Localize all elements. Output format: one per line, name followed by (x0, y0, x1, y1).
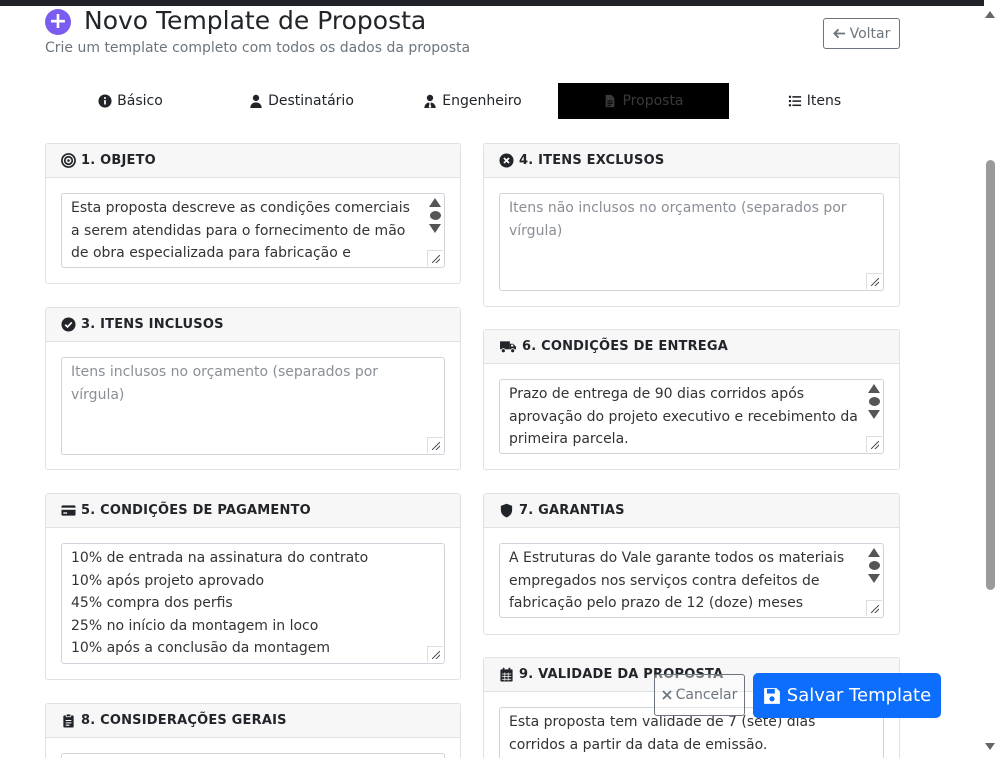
tab-destinatario-label: Destinatário (268, 93, 354, 109)
save-template-button[interactable]: Salvar Template (753, 673, 941, 718)
garantias-textarea[interactable]: A Estruturas do Vale garante todos os ma… (499, 543, 884, 618)
back-button-label: Voltar (849, 25, 891, 42)
textarea-scrollbar[interactable] (867, 548, 881, 583)
page-title: Novo Template de Proposta (84, 6, 427, 35)
times-circle-icon (499, 153, 514, 168)
resize-handle[interactable] (427, 250, 443, 266)
tab-bar: Básico Destinatário Engenheiro Proposta … (45, 83, 900, 119)
card-title: 3. ITENS INCLUSOS (81, 317, 224, 332)
consideracoes-textarea[interactable] (61, 753, 445, 758)
garantias-text: A Estruturas do Vale garante todos os ma… (509, 550, 845, 611)
file-icon (606, 94, 615, 108)
card-title: 1. OBJETO (81, 153, 156, 168)
textarea-scrollbar[interactable] (428, 198, 442, 233)
tab-proposta-label: Proposta (622, 93, 684, 109)
card-entrega: 6. CONDIÇÕES DE ENTREGA Prazo de entrega… (483, 329, 900, 470)
save-template-button-label: Salvar Template (786, 685, 932, 706)
user-tie-icon (424, 94, 436, 108)
card-garantias: 7. GARANTIAS A Estruturas do Vale garant… (483, 493, 900, 635)
card-header: 8. CONSIDERAÇÕES GERAIS (46, 704, 460, 738)
scroll-up-arrow-icon[interactable] (985, 11, 995, 18)
close-icon (661, 690, 672, 700)
textarea-scrollbar[interactable] (867, 384, 881, 419)
objeto-text: Esta proposta descreve as condições come… (71, 200, 410, 261)
card-title: 7. GARANTIAS (519, 503, 625, 518)
resize-handle[interactable] (866, 273, 882, 289)
card-consideracoes: 8. CONSIDERAÇÕES GERAIS (45, 703, 461, 758)
credit-card-icon (61, 505, 76, 516)
card-pagamento: 5. CONDIÇÕES DE PAGAMENTO 10% de entrada… (45, 493, 461, 680)
calendar-icon (500, 667, 513, 682)
card-title: 4. ITENS EXCLUSOS (519, 153, 665, 168)
itens-inclusos-textarea[interactable]: Itens inclusos no orçamento (separados p… (61, 357, 445, 455)
tab-itens[interactable]: Itens (729, 83, 900, 119)
cancel-button[interactable]: Cancelar (654, 674, 745, 716)
tab-basico[interactable]: Básico (45, 83, 216, 119)
tab-basico-label: Básico (117, 93, 163, 109)
page-scrollbar[interactable] (984, 0, 1008, 758)
card-title: 5. CONDIÇÕES DE PAGAMENTO (81, 503, 311, 518)
clipboard-icon (63, 713, 74, 728)
pagamento-textarea[interactable]: 10% de entrada na assinatura do contrato… (61, 543, 445, 664)
card-objeto: 1. OBJETO Esta proposta descreve as cond… (45, 143, 461, 284)
card-itens-exclusos: 4. ITENS EXCLUSOS Itens não inclusos no … (483, 143, 900, 307)
shield-icon (500, 503, 513, 518)
card-header: 6. CONDIÇÕES DE ENTREGA (484, 330, 899, 364)
tab-destinatario[interactable]: Destinatário (216, 83, 387, 119)
check-circle-icon (61, 317, 76, 332)
scroll-down-arrow-icon[interactable] (985, 743, 995, 750)
itens-exclusos-textarea[interactable]: Itens não inclusos no orçamento (separad… (499, 193, 884, 291)
card-itens-inclusos: 3. ITENS INCLUSOS Itens inclusos no orça… (45, 307, 461, 470)
tab-engenheiro-label: Engenheiro (442, 93, 522, 109)
card-header: 7. GARANTIAS (484, 494, 899, 528)
card-header: 1. OBJETO (46, 144, 460, 178)
resize-handle[interactable] (427, 437, 443, 453)
itens-inclusos-placeholder: Itens inclusos no orçamento (separados p… (71, 364, 379, 403)
bullseye-icon (61, 153, 76, 168)
tab-engenheiro[interactable]: Engenheiro (387, 83, 558, 119)
arrow-left-icon (832, 28, 845, 39)
pagamento-text: 10% de entrada na assinatura do contrato… (71, 550, 369, 656)
card-title: 6. CONDIÇÕES DE ENTREGA (522, 339, 729, 354)
cancel-button-label: Cancelar (675, 687, 738, 703)
card-header: 3. ITENS INCLUSOS (46, 308, 460, 342)
card-header: 4. ITENS EXCLUSOS (484, 144, 899, 178)
objeto-textarea[interactable]: Esta proposta descreve as condições come… (61, 193, 445, 268)
itens-exclusos-placeholder: Itens não inclusos no orçamento (separad… (509, 200, 847, 239)
floppy-disk-icon (763, 687, 780, 704)
info-circle-icon (98, 94, 112, 108)
back-button[interactable]: Voltar (823, 18, 900, 49)
card-header: 5. CONDIÇÕES DE PAGAMENTO (46, 494, 460, 528)
card-title: 8. CONSIDERAÇÕES GERAIS (81, 713, 287, 728)
resize-handle[interactable] (866, 436, 882, 452)
resize-handle[interactable] (866, 600, 882, 616)
tab-itens-label: Itens (806, 93, 842, 109)
page-subtitle: Crie um template completo com todos os d… (45, 40, 471, 56)
resize-handle[interactable] (427, 646, 443, 662)
entrega-text: Prazo de entrega de 90 dias corridos apó… (509, 386, 858, 447)
plus-icon: + (45, 9, 71, 35)
truck-icon (500, 341, 516, 354)
scrollbar-thumb[interactable] (986, 160, 995, 590)
list-icon (788, 95, 801, 107)
tab-proposta[interactable]: Proposta (558, 83, 729, 119)
entrega-textarea[interactable]: Prazo de entrega de 90 dias corridos apó… (499, 379, 884, 454)
user-icon (250, 94, 262, 108)
